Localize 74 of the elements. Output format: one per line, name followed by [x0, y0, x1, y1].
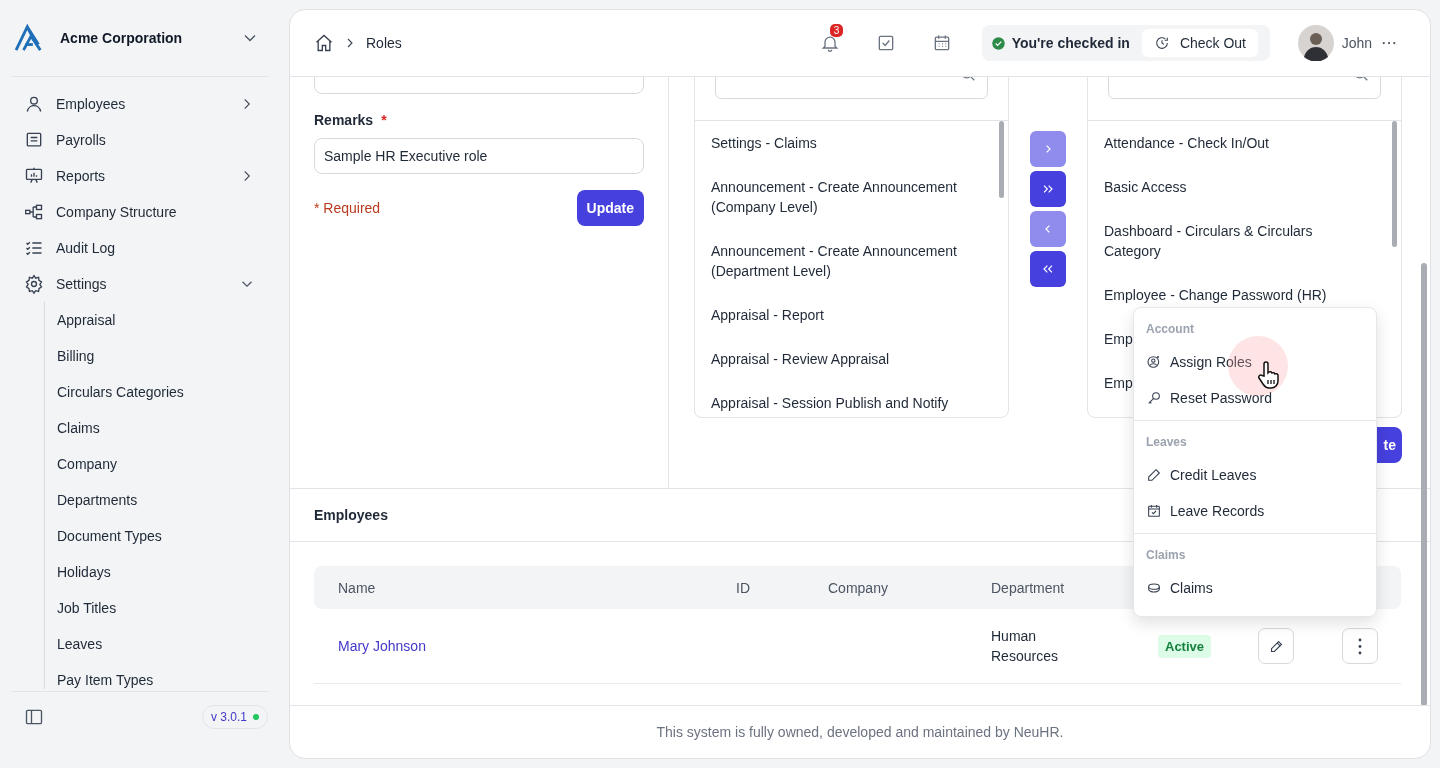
remarks-field[interactable]: Sample HR Executive role — [314, 138, 644, 174]
field-label: Remarks — [314, 112, 374, 128]
scrollbar-thumb[interactable] — [1392, 121, 1397, 247]
chart-icon — [24, 166, 44, 186]
permission-item[interactable]: Dashboard - Circulars & Circulars Category — [1088, 209, 1381, 273]
permission-item[interactable]: Settings - Claims — [695, 121, 988, 165]
column-header: ID — [735, 579, 751, 596]
required-mark: * — [381, 112, 387, 128]
menu-item[interactable]: Assign Roles — [1134, 344, 1376, 380]
home-icon[interactable] — [314, 33, 334, 53]
permission-item[interactable]: Appraisal - Session Publish and Notify — [695, 381, 988, 417]
receipt-icon — [24, 130, 44, 150]
nav-subitem[interactable]: Circulars Categories — [45, 374, 268, 410]
gear-icon — [24, 274, 44, 294]
nav-subitem[interactable]: Company — [45, 446, 268, 482]
nav-subitem[interactable]: Claims — [45, 410, 268, 446]
column-header: Company — [827, 579, 889, 596]
check-circle-icon — [990, 35, 1006, 51]
table-cell-text: Human Resources — [990, 627, 1059, 666]
notification-count: 3 — [829, 24, 844, 37]
sidebar-toggle-icon[interactable] — [24, 707, 44, 727]
menu-section-title: Claims — [1145, 547, 1187, 564]
nav-item[interactable]: Reports — [12, 158, 268, 194]
menu-item[interactable]: Reset Password — [1134, 380, 1376, 416]
menu-item[interactable]: Claims — [1134, 570, 1376, 606]
nav-subitem[interactable]: Departments — [45, 482, 268, 518]
check-status: You're checked in — [1011, 35, 1130, 51]
nav-subitem[interactable]: Leaves — [45, 626, 268, 662]
move-all-left-button[interactable] — [1030, 251, 1066, 287]
move-all-right-button[interactable] — [1030, 171, 1066, 207]
coins-icon — [1146, 580, 1162, 596]
nav-item[interactable]: Settings — [12, 266, 268, 302]
nav-subitem[interactable]: Billing — [45, 338, 268, 374]
employee-name-link[interactable]: Mary Johnson — [338, 638, 426, 654]
nav-subitem[interactable]: Document Types — [45, 518, 268, 554]
permission-item[interactable]: Appraisal - Review Appraisal — [695, 337, 988, 381]
menu-section-title: Leaves — [1145, 434, 1188, 451]
column-header: Name — [337, 579, 377, 596]
nav-subitem[interactable]: Appraisal — [45, 302, 268, 338]
nav-subitem[interactable]: Pay Item Types — [45, 662, 268, 689]
required-note: * Required — [314, 200, 381, 216]
more-icon — [1358, 637, 1362, 655]
permission-item[interactable]: Appraisal - Report — [695, 293, 988, 337]
column-header: Department — [990, 579, 1066, 596]
menu-section-title: Account — [1145, 321, 1195, 338]
edit-button[interactable] — [1258, 628, 1294, 664]
breadcrumb-current: Roles — [366, 35, 402, 51]
pencil-icon — [1146, 467, 1162, 483]
company-name: Acme Corporation — [60, 30, 184, 46]
nav-subitem[interactable]: Job Titles — [45, 590, 268, 626]
nav-item[interactable]: Company Structure — [12, 194, 268, 230]
check-out-button[interactable]: Check Out — [1141, 29, 1258, 57]
section-title: Employees — [314, 507, 388, 523]
menu-item[interactable]: Leave Records — [1134, 493, 1376, 529]
nav-item[interactable]: Audit Log — [12, 230, 268, 266]
update-button[interactable]: Update — [576, 190, 644, 226]
avatar[interactable] — [1297, 25, 1334, 61]
nav-item[interactable]: Payrolls — [12, 122, 268, 158]
permission-item[interactable]: Announcement - Create Announcement (Company Level) — [695, 165, 988, 229]
permission-item[interactable]: Announcement - Create Announcement (Department Level) — [695, 229, 988, 293]
status-tag: Active — [1158, 635, 1212, 658]
footer-text: This system is fully owned, developed and maintained by NeuHR. — [656, 724, 1064, 740]
hand-cursor-icon — [1256, 360, 1280, 390]
scrollbar-thumb[interactable] — [999, 121, 1004, 198]
user-name[interactable]: John — [1341, 35, 1372, 51]
clock-icon — [1153, 35, 1170, 51]
nav-subitem[interactable]: Holidays — [45, 554, 268, 590]
permission-item[interactable]: Basic Access — [1088, 165, 1381, 209]
tree-icon — [24, 202, 44, 222]
nav-item[interactable]: Employees — [12, 86, 268, 122]
user-icon — [24, 94, 44, 114]
menu-item[interactable]: Credit Leaves — [1134, 457, 1376, 493]
scrollbar-thumb[interactable] — [1421, 263, 1427, 705]
permission-item[interactable]: Attendance - Check In/Out — [1088, 121, 1381, 165]
